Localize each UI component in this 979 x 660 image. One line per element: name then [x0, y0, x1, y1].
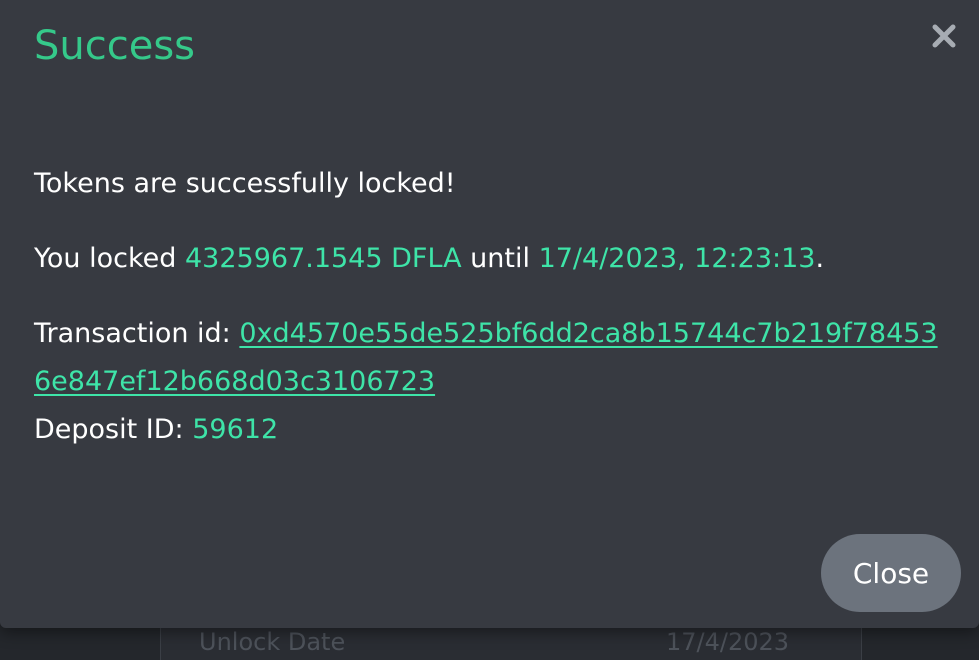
locked-summary: You locked 4325967.1545 DFLA until 17/4/… — [34, 235, 954, 283]
modal-title: Success — [34, 23, 196, 69]
transaction-line: Transaction id: 0xd4570e55de525bf6dd2ca8… — [34, 310, 954, 406]
close-x-icon — [932, 24, 956, 48]
page: Unlock Date 17/4/2023 Success Tokens are… — [0, 0, 979, 660]
success-modal: Success Tokens are successfully locked! … — [0, 0, 979, 628]
deposit-line: Deposit ID: 59612 — [34, 406, 954, 454]
locked-amount: 4325967.1545 DFLA — [185, 243, 462, 274]
success-message: Tokens are successfully locked! — [34, 168, 456, 199]
locked-prefix: You locked — [34, 243, 185, 274]
close-button[interactable]: Close — [821, 534, 961, 612]
deposit-label: Deposit ID: — [34, 414, 193, 445]
unlock-datetime: 17/4/2023, 12:23:13 — [538, 243, 816, 274]
modal-body: Tokens are successfully locked! You lock… — [34, 160, 954, 454]
deposit-id: 59612 — [192, 414, 279, 445]
locked-suffix: . — [815, 243, 825, 274]
transaction-label: Transaction id: — [34, 318, 240, 349]
close-x-button[interactable] — [924, 16, 964, 56]
background-row-label: Unlock Date — [199, 628, 346, 656]
locked-until-text: until — [461, 243, 539, 274]
background-row-value: 17/4/2023 — [666, 628, 790, 656]
